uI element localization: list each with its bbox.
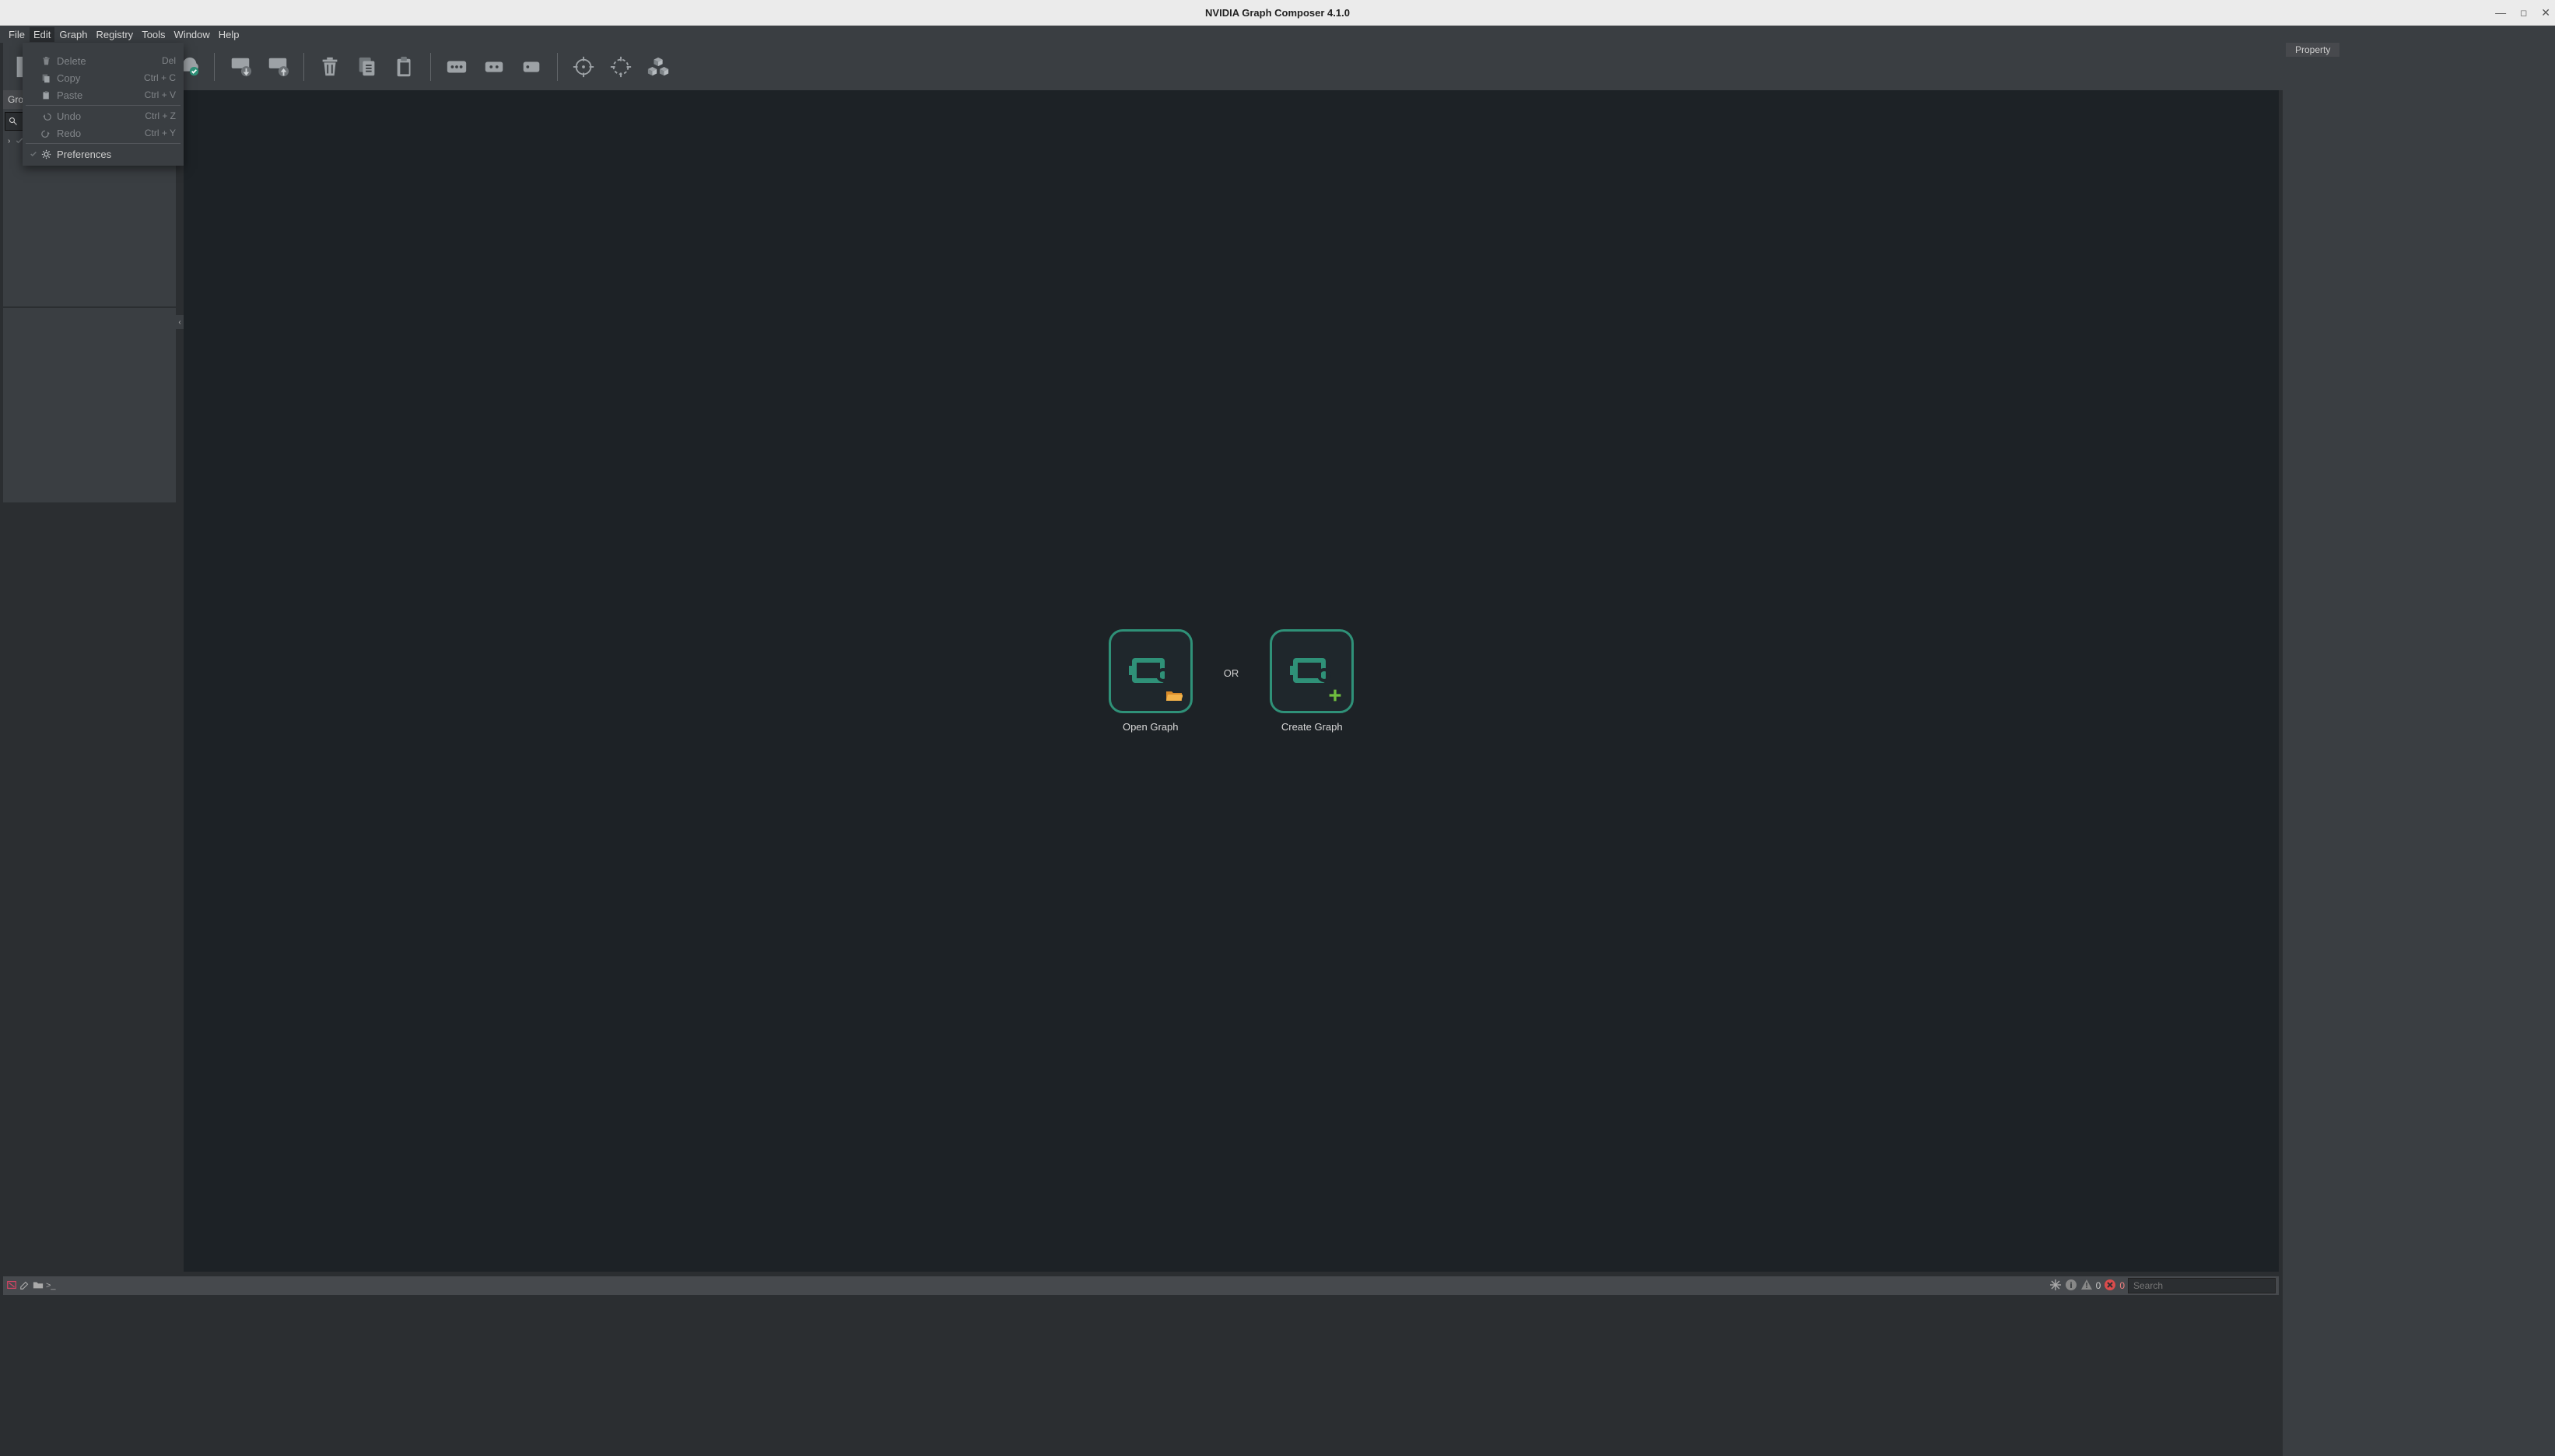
left-panel-divider[interactable] [3, 306, 176, 308]
svg-text:i: i [2070, 1281, 2072, 1290]
property-panel-body [2283, 57, 2555, 1456]
menu-item-paste[interactable]: Paste Ctrl + V [23, 86, 184, 103]
undo-icon [40, 111, 52, 121]
create-graph-box [1270, 629, 1354, 713]
clear-console-button[interactable] [6, 1279, 17, 1293]
warning-count: 0 [2096, 1280, 2101, 1291]
toolbar-separator [303, 53, 304, 81]
menu-tools[interactable]: Tools [138, 27, 169, 42]
download-button[interactable] [226, 52, 255, 82]
warning-icon[interactable]: ! [2080, 1279, 2093, 1293]
snowflake-icon[interactable] [2049, 1279, 2062, 1293]
edit-menu-dropdown: Delete Del Copy Ctrl + C Paste Ctrl + V … [23, 43, 184, 166]
titlebar: NVIDIA Graph Composer 4.1.0 — ◻ ✕ [0, 0, 2555, 26]
target-button[interactable] [569, 52, 598, 82]
trash-icon [40, 56, 52, 66]
open-graph-label: Open Graph [1123, 721, 1179, 733]
cubes-button[interactable] [643, 52, 673, 82]
paste-icon [40, 90, 52, 100]
window-controls: — ◻ ✕ [2495, 0, 2550, 25]
menu-item-undo[interactable]: Undo Ctrl + Z [23, 107, 184, 124]
copy-button[interactable] [352, 52, 382, 82]
target-dashed-button[interactable] [606, 52, 636, 82]
collapse-handle[interactable]: ‹ [176, 315, 184, 329]
open-log-button[interactable] [33, 1279, 44, 1293]
menubar: File Edit Graph Registry Tools Window He… [0, 26, 2555, 43]
menu-window[interactable]: Window [170, 27, 214, 42]
open-graph-card[interactable]: Open Graph [1109, 629, 1193, 733]
plus-icon [1327, 688, 1344, 705]
console-output [3, 1295, 2279, 1454]
menu-item-delete[interactable]: Delete Del [23, 52, 184, 69]
check-icon [29, 150, 38, 158]
console-left-icons: >_ [6, 1279, 56, 1293]
console-search-input[interactable] [2128, 1278, 2276, 1293]
property-tab[interactable]: Property [2286, 43, 2339, 57]
menu-edit[interactable]: Edit [30, 27, 54, 42]
app-body: Groups › ‹ Open Graph OR [0, 43, 2555, 1456]
create-graph-card[interactable]: Create Graph [1270, 629, 1354, 733]
menu-help[interactable]: Help [215, 27, 244, 42]
menu-file[interactable]: File [5, 27, 29, 42]
edit-console-button[interactable] [19, 1279, 30, 1293]
chevron-right-icon: › [8, 137, 10, 145]
svg-text:!: ! [2085, 1282, 2087, 1290]
toolbar-separator [557, 53, 558, 81]
graph-icon [1290, 652, 1334, 691]
console-right-group: i ! 0 0 [2049, 1278, 2276, 1293]
upload-button[interactable] [263, 52, 293, 82]
graph-canvas: Open Graph OR Create Graph [184, 90, 2279, 1272]
delete-button[interactable] [315, 52, 345, 82]
menu-registry[interactable]: Registry [93, 27, 138, 42]
menu-separator [26, 143, 180, 144]
menu-item-preferences[interactable]: Preferences [23, 145, 184, 163]
info-icon[interactable]: i [2065, 1279, 2077, 1293]
maximize-button[interactable]: ◻ [2520, 8, 2527, 18]
or-label: OR [1224, 667, 1239, 679]
console-bar: >_ i ! 0 0 [3, 1276, 2279, 1295]
menu-item-redo[interactable]: Redo Ctrl + Y [23, 124, 184, 142]
menu-graph[interactable]: Graph [55, 27, 91, 42]
copy-icon [40, 73, 52, 83]
toolbar-separator [430, 53, 431, 81]
left-panel-content [3, 151, 176, 502]
gear-icon [40, 149, 52, 159]
menu-separator [26, 105, 180, 106]
dot1-button[interactable] [517, 52, 546, 82]
dots3-button[interactable] [442, 52, 471, 82]
create-graph-label: Create Graph [1281, 721, 1343, 733]
close-button[interactable]: ✕ [2541, 6, 2550, 19]
graph-icon [1129, 652, 1172, 691]
open-graph-box [1109, 629, 1193, 713]
menu-item-copy[interactable]: Copy Ctrl + C [23, 69, 184, 86]
error-count: 0 [2119, 1280, 2125, 1291]
open-folder-icon [1165, 688, 1183, 705]
toolbar [3, 43, 2555, 90]
toolbar-separator [214, 53, 215, 81]
error-icon[interactable] [2104, 1279, 2116, 1293]
redo-icon [40, 128, 52, 138]
window-title: NVIDIA Graph Composer 4.1.0 [1205, 7, 1350, 19]
right-panel: Property [2283, 43, 2555, 1456]
terminal-prompt-icon: >_ [46, 1281, 56, 1290]
dots2-button[interactable] [479, 52, 509, 82]
minimize-button[interactable]: — [2495, 6, 2506, 19]
search-icon [9, 117, 18, 126]
paste-button[interactable] [390, 52, 419, 82]
